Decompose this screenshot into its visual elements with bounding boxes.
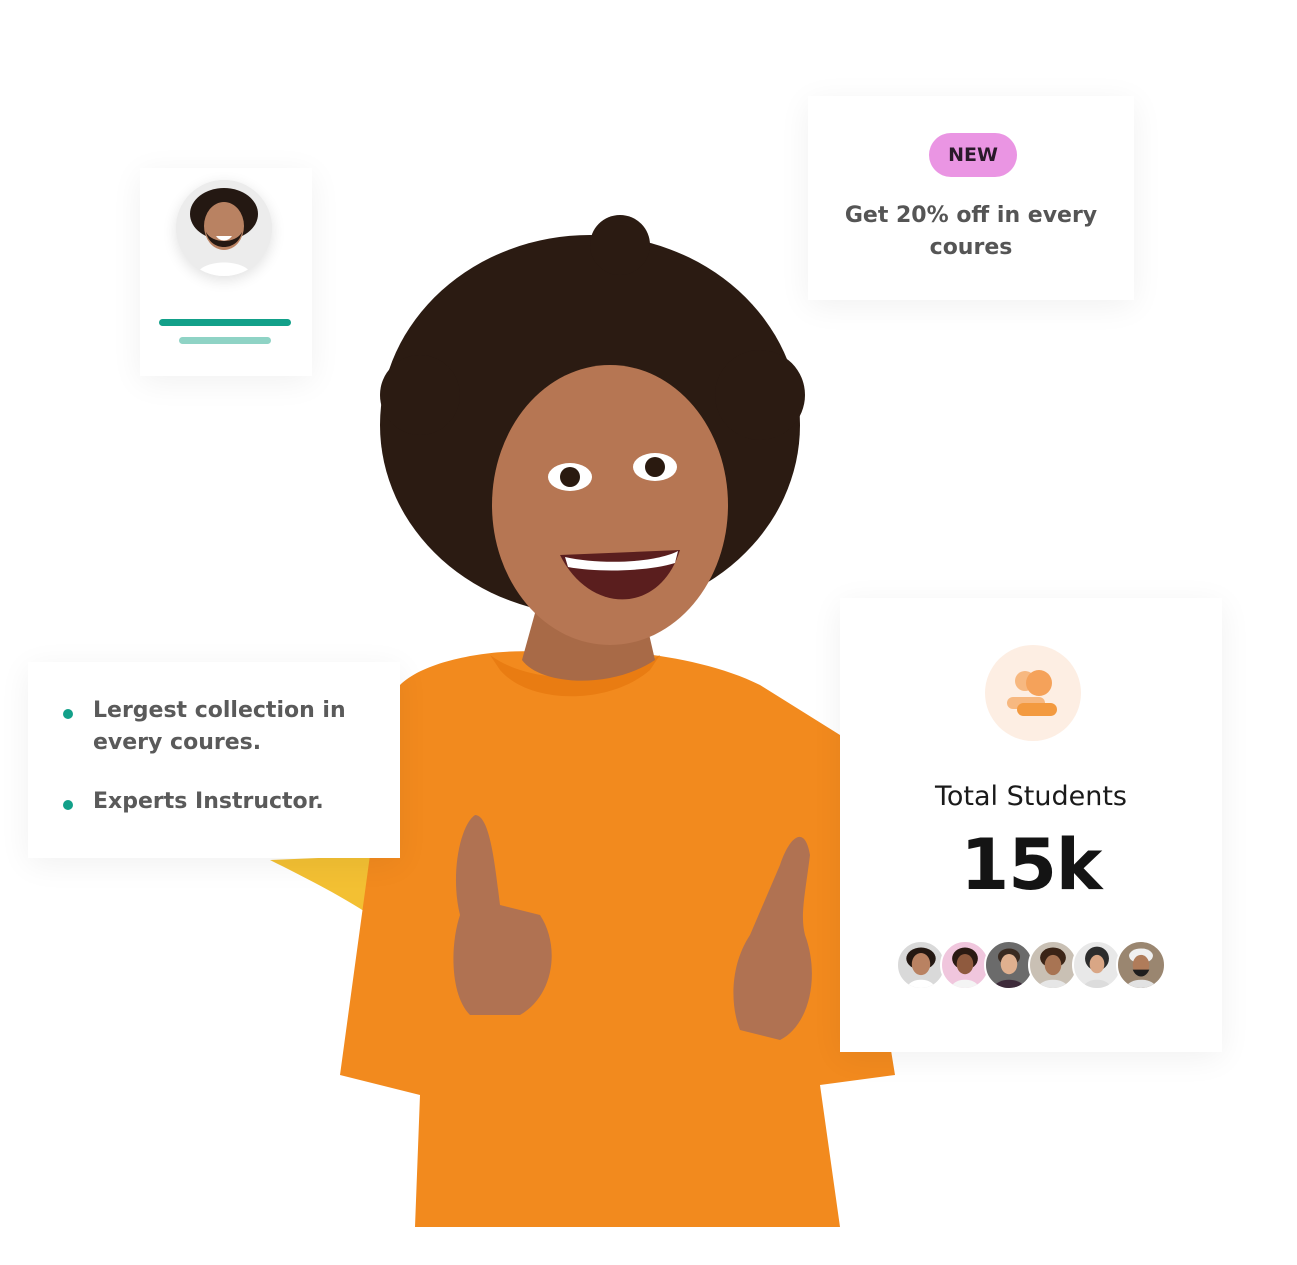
bullet-icon [63,800,73,810]
instructor-avatar [176,180,272,276]
student-avatar [896,940,946,990]
instructor-card [140,168,312,376]
name-placeholder-line [159,319,291,326]
promo-card: NEW Get 20% off in every coures [808,96,1134,300]
student-avatar [940,940,990,990]
bullet-icon [63,709,73,719]
student-avatars [896,940,1176,992]
feature-item: Lergest collection in every coures. [63,695,363,759]
student-avatar [984,940,1034,990]
student-avatar [1072,940,1122,990]
feature-text: Experts Instructor. [93,789,324,814]
features-card: Lergest collection in every coures. Expe… [28,662,400,858]
feature-item: Experts Instructor. [63,786,363,818]
role-placeholder-line [179,337,271,344]
students-stats-card: Total Students 15k [840,598,1222,1052]
student-avatar [1116,940,1166,990]
users-icon [985,645,1081,741]
stats-value: 15k [960,824,1103,906]
stats-label: Total Students [935,781,1127,812]
promo-text: Get 20% off in every coures [844,203,1098,260]
feature-text: Lergest collection in every coures. [93,698,346,755]
new-badge: NEW [929,133,1017,177]
student-avatar [1028,940,1078,990]
